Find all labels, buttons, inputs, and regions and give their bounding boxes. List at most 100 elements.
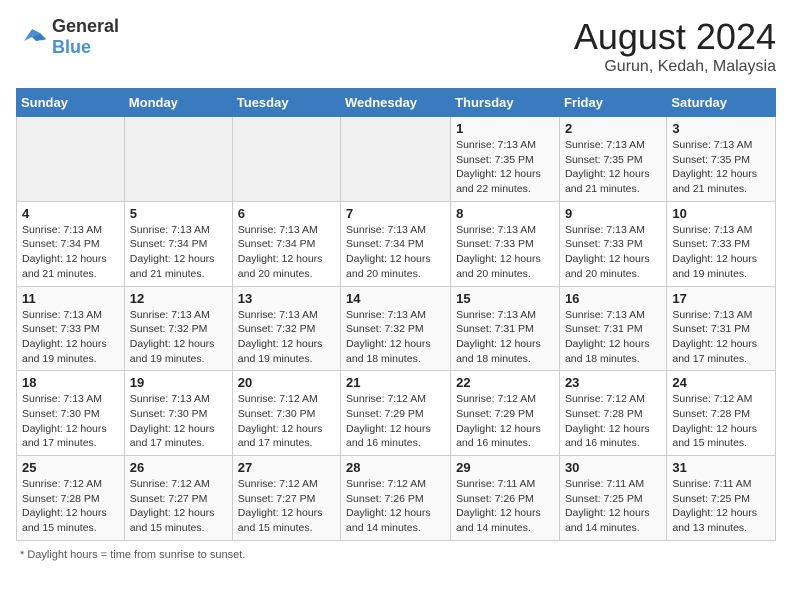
day-info: Sunrise: 7:12 AMSunset: 7:27 PMDaylight:… (130, 477, 227, 536)
day-cell: 19Sunrise: 7:13 AMSunset: 7:30 PMDayligh… (124, 371, 232, 456)
day-cell (232, 117, 340, 202)
day-cell: 5 Sunrise: 7:13 AMSunset: 7:34 PMDaylight… (124, 201, 232, 286)
week-row-5: 25 Sunrise: 7:12 AMSunset: 7:28 PMDayligh… (17, 456, 776, 541)
logo-blue: Blue (52, 37, 91, 57)
day-info: Sunrise: 7:11 AMSunset: 7:25 PMDaylight:… (565, 477, 661, 536)
day-cell: 22 Sunrise: 7:12 AMSunset: 7:29 PMDayligh… (451, 371, 560, 456)
day-number: 18 (22, 375, 119, 390)
day-info: Sunrise: 7:13 AMSunset: 7:34 PMDaylight:… (130, 223, 227, 282)
day-number: 30 (565, 460, 661, 475)
day-cell: 24 Sunrise: 7:12 AMSunset: 7:28 PMDayligh… (667, 371, 776, 456)
day-number: 12 (130, 291, 227, 306)
day-cell: 7 Sunrise: 7:13 AMSunset: 7:34 PMDaylight… (341, 201, 451, 286)
day-number: 17 (672, 291, 770, 306)
day-info: Sunrise: 7:13 AMSunset: 7:35 PMDaylight:… (672, 138, 770, 197)
day-info: Sunrise: 7:13 AMSunset: 7:34 PMDaylight:… (346, 223, 445, 282)
day-info: Sunrise: 7:13 AMSunset: 7:30 PMDaylight:… (130, 392, 227, 451)
month-title: August 2024 (574, 16, 776, 58)
week-row-2: 4 Sunrise: 7:13 AMSunset: 7:34 PMDaylight… (17, 201, 776, 286)
day-cell: 28Sunrise: 7:12 AMSunset: 7:26 PMDayligh… (341, 456, 451, 541)
weekday-header-sunday: Sunday (17, 89, 125, 117)
day-cell: 17 Sunrise: 7:13 AMSunset: 7:31 PMDayligh… (667, 286, 776, 371)
day-number: 1 (456, 121, 554, 136)
day-info: Sunrise: 7:13 AMSunset: 7:34 PMDaylight:… (22, 223, 119, 282)
day-number: 20 (238, 375, 335, 390)
day-info: Sunrise: 7:13 AMSunset: 7:35 PMDaylight:… (456, 138, 554, 197)
day-number: 10 (672, 206, 770, 221)
day-number: 25 (22, 460, 119, 475)
day-cell: 4 Sunrise: 7:13 AMSunset: 7:34 PMDaylight… (17, 201, 125, 286)
weekday-header-saturday: Saturday (667, 89, 776, 117)
day-info: Sunrise: 7:13 AMSunset: 7:32 PMDaylight:… (238, 308, 335, 367)
day-info: Sunrise: 7:12 AMSunset: 7:29 PMDaylight:… (346, 392, 445, 451)
day-cell: 27Sunrise: 7:12 AMSunset: 7:27 PMDayligh… (232, 456, 340, 541)
logo-general: General (52, 16, 119, 36)
day-info: Sunrise: 7:13 AMSunset: 7:32 PMDaylight:… (346, 308, 445, 367)
day-info: Sunrise: 7:12 AMSunset: 7:29 PMDaylight:… (456, 392, 554, 451)
day-info: Sunrise: 7:12 AMSunset: 7:28 PMDaylight:… (672, 392, 770, 451)
day-number: 26 (130, 460, 227, 475)
logo-text: General Blue (52, 16, 119, 58)
day-info: Sunrise: 7:11 AMSunset: 7:25 PMDaylight:… (672, 477, 770, 536)
day-cell: 1 Sunrise: 7:13 AMSunset: 7:35 PMDaylight… (451, 117, 560, 202)
day-cell: 13Sunrise: 7:13 AMSunset: 7:32 PMDayligh… (232, 286, 340, 371)
logo: General Blue (16, 16, 119, 58)
day-cell: 18Sunrise: 7:13 AMSunset: 7:30 PMDayligh… (17, 371, 125, 456)
day-number: 21 (346, 375, 445, 390)
day-number: 4 (22, 206, 119, 221)
day-cell: 31 Sunrise: 7:11 AMSunset: 7:25 PMDayligh… (667, 456, 776, 541)
week-row-3: 11Sunrise: 7:13 AMSunset: 7:33 PMDayligh… (17, 286, 776, 371)
day-cell: 8Sunrise: 7:13 AMSunset: 7:33 PMDaylight… (451, 201, 560, 286)
weekday-header-row: SundayMondayTuesdayWednesdayThursdayFrid… (17, 89, 776, 117)
weekday-header-wednesday: Wednesday (341, 89, 451, 117)
day-cell: 9Sunrise: 7:13 AMSunset: 7:33 PMDaylight… (559, 201, 666, 286)
day-info: Sunrise: 7:13 AMSunset: 7:33 PMDaylight:… (22, 308, 119, 367)
day-info: Sunrise: 7:13 AMSunset: 7:34 PMDaylight:… (238, 223, 335, 282)
day-info: Sunrise: 7:12 AMSunset: 7:28 PMDaylight:… (22, 477, 119, 536)
day-cell: 14Sunrise: 7:13 AMSunset: 7:32 PMDayligh… (341, 286, 451, 371)
day-cell: 2Sunrise: 7:13 AMSunset: 7:35 PMDaylight… (559, 117, 666, 202)
footer-note: * Daylight hours = time from sunrise to … (16, 549, 776, 561)
day-info: Sunrise: 7:12 AMSunset: 7:26 PMDaylight:… (346, 477, 445, 536)
week-row-1: 1 Sunrise: 7:13 AMSunset: 7:35 PMDaylight… (17, 117, 776, 202)
day-cell: 30 Sunrise: 7:11 AMSunset: 7:25 PMDayligh… (559, 456, 666, 541)
day-number: 15 (456, 291, 554, 306)
day-info: Sunrise: 7:13 AMSunset: 7:33 PMDaylight:… (672, 223, 770, 282)
day-cell: 20 Sunrise: 7:12 AMSunset: 7:30 PMDayligh… (232, 371, 340, 456)
day-number: 16 (565, 291, 661, 306)
day-number: 24 (672, 375, 770, 390)
day-number: 3 (672, 121, 770, 136)
day-number: 29 (456, 460, 554, 475)
weekday-header-friday: Friday (559, 89, 666, 117)
day-cell: 15Sunrise: 7:13 AMSunset: 7:31 PMDayligh… (451, 286, 560, 371)
day-number: 23 (565, 375, 661, 390)
logo-bird-icon (16, 25, 48, 49)
day-number: 2 (565, 121, 661, 136)
day-number: 5 (130, 206, 227, 221)
day-number: 22 (456, 375, 554, 390)
location-title: Gurun, Kedah, Malaysia (574, 58, 776, 76)
day-cell: 25 Sunrise: 7:12 AMSunset: 7:28 PMDayligh… (17, 456, 125, 541)
day-info: Sunrise: 7:12 AMSunset: 7:27 PMDaylight:… (238, 477, 335, 536)
day-cell: 26 Sunrise: 7:12 AMSunset: 7:27 PMDayligh… (124, 456, 232, 541)
day-cell: 6 Sunrise: 7:13 AMSunset: 7:34 PMDaylight… (232, 201, 340, 286)
weekday-header-monday: Monday (124, 89, 232, 117)
calendar-table: SundayMondayTuesdayWednesdayThursdayFrid… (16, 88, 776, 541)
day-number: 31 (672, 460, 770, 475)
day-cell: 23 Sunrise: 7:12 AMSunset: 7:28 PMDayligh… (559, 371, 666, 456)
day-info: Sunrise: 7:13 AMSunset: 7:33 PMDaylight:… (565, 223, 661, 282)
day-cell: 10 Sunrise: 7:13 AMSunset: 7:33 PMDayligh… (667, 201, 776, 286)
day-number: 6 (238, 206, 335, 221)
day-info: Sunrise: 7:12 AMSunset: 7:30 PMDaylight:… (238, 392, 335, 451)
day-info: Sunrise: 7:13 AMSunset: 7:31 PMDaylight:… (672, 308, 770, 367)
day-cell: 12Sunrise: 7:13 AMSunset: 7:32 PMDayligh… (124, 286, 232, 371)
day-number: 7 (346, 206, 445, 221)
day-info: Sunrise: 7:11 AMSunset: 7:26 PMDaylight:… (456, 477, 554, 536)
day-cell: 3 Sunrise: 7:13 AMSunset: 7:35 PMDaylight… (667, 117, 776, 202)
day-cell (17, 117, 125, 202)
week-row-4: 18 Sunrise: 7:13 AMSunset: 7:30 PMDayligh… (17, 371, 776, 456)
day-info: Sunrise: 7:12 AMSunset: 7:28 PMDaylight:… (565, 392, 661, 451)
day-cell: 29 Sunrise: 7:11 AMSunset: 7:26 PMDayligh… (451, 456, 560, 541)
day-cell: 21 Sunrise: 7:12 AMSunset: 7:29 PMDayligh… (341, 371, 451, 456)
title-area: August 2024 Gurun, Kedah, Malaysia (574, 16, 776, 76)
